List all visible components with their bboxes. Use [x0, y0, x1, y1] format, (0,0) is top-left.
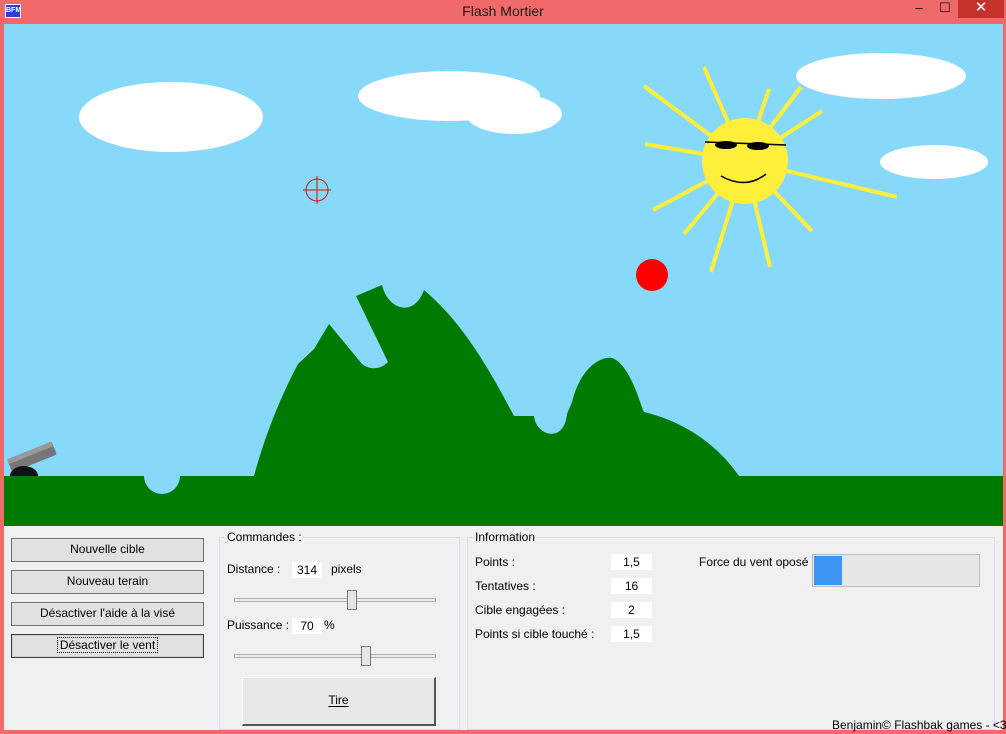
crosshair-icon	[303, 176, 331, 204]
ball-icon	[636, 259, 668, 291]
information-title: Information	[474, 530, 537, 544]
distance-slider-thumb[interactable]	[347, 590, 357, 610]
targets-engaged-label: Cible engagées :	[475, 603, 566, 617]
wind-force-label: Force du vent oposé :	[699, 555, 816, 569]
toggle-wind-button[interactable]: Désactiver le vent	[11, 634, 204, 658]
distance-unit: pixels	[331, 562, 362, 576]
power-slider-track	[234, 654, 436, 658]
cloud-icon	[79, 82, 263, 152]
cloud-icon	[880, 145, 988, 179]
power-label: Puissance :	[227, 618, 290, 632]
minimize-icon: –	[915, 0, 923, 15]
toggle-wind-label: Désactiver le vent	[56, 637, 159, 653]
minimize-button[interactable]: –	[906, 0, 932, 18]
attempts-label: Tentatives :	[475, 579, 536, 593]
distance-value: 314	[292, 562, 322, 578]
window-client: Nouvelle cible Nouveau terain Désactiver…	[4, 24, 1006, 732]
attempts-value: 16	[611, 578, 652, 594]
distance-slider[interactable]	[234, 588, 436, 614]
distance-label: Distance :	[227, 562, 281, 576]
points-if-hit-label: Points si cible touché :	[475, 627, 595, 641]
new-terrain-button[interactable]: Nouveau terain	[11, 570, 204, 594]
toggle-aim-assist-button[interactable]: Désactiver l'aide à la visé	[11, 602, 204, 626]
information-group: Information Points : 1,5 Tentatives : 16…	[467, 530, 995, 730]
close-button[interactable]: ✕	[958, 0, 1004, 18]
window-title: Flash Mortier	[462, 3, 544, 19]
fire-label: Tire	[328, 693, 349, 707]
commands-group: Commandes : Distance : 314 pixels Puissa…	[219, 530, 460, 730]
control-panel: Nouvelle cible Nouveau terain Désactiver…	[4, 526, 1006, 732]
close-icon: ✕	[974, 0, 988, 16]
commands-title: Commandes :	[226, 530, 303, 544]
power-unit: %	[324, 618, 335, 632]
distance-slider-track	[234, 598, 436, 602]
power-slider[interactable]	[234, 644, 436, 670]
targets-engaged-value: 2	[611, 602, 652, 618]
points-label: Points :	[475, 555, 516, 569]
title-bar[interactable]: BFM Flash Mortier – ☐ ✕	[0, 0, 1006, 24]
power-value: 70	[292, 618, 322, 634]
footer-credit: Benjamin© Flashbak games - <3	[832, 718, 1006, 732]
points-if-hit-value: 1,5	[611, 626, 652, 642]
fire-button[interactable]: Tire	[242, 677, 436, 726]
points-value: 1,5	[611, 554, 652, 570]
maximize-button[interactable]: ☐	[932, 0, 958, 18]
wind-force-bar	[812, 554, 980, 587]
game-canvas[interactable]	[4, 24, 1003, 526]
cloud-icon	[796, 53, 966, 99]
cannon-icon	[7, 441, 57, 476]
cloud-icon	[358, 71, 562, 134]
wind-force-fill	[814, 556, 842, 585]
new-target-button[interactable]: Nouvelle cible	[11, 538, 204, 562]
power-slider-thumb[interactable]	[361, 646, 371, 666]
maximize-icon: ☐	[939, 0, 951, 15]
